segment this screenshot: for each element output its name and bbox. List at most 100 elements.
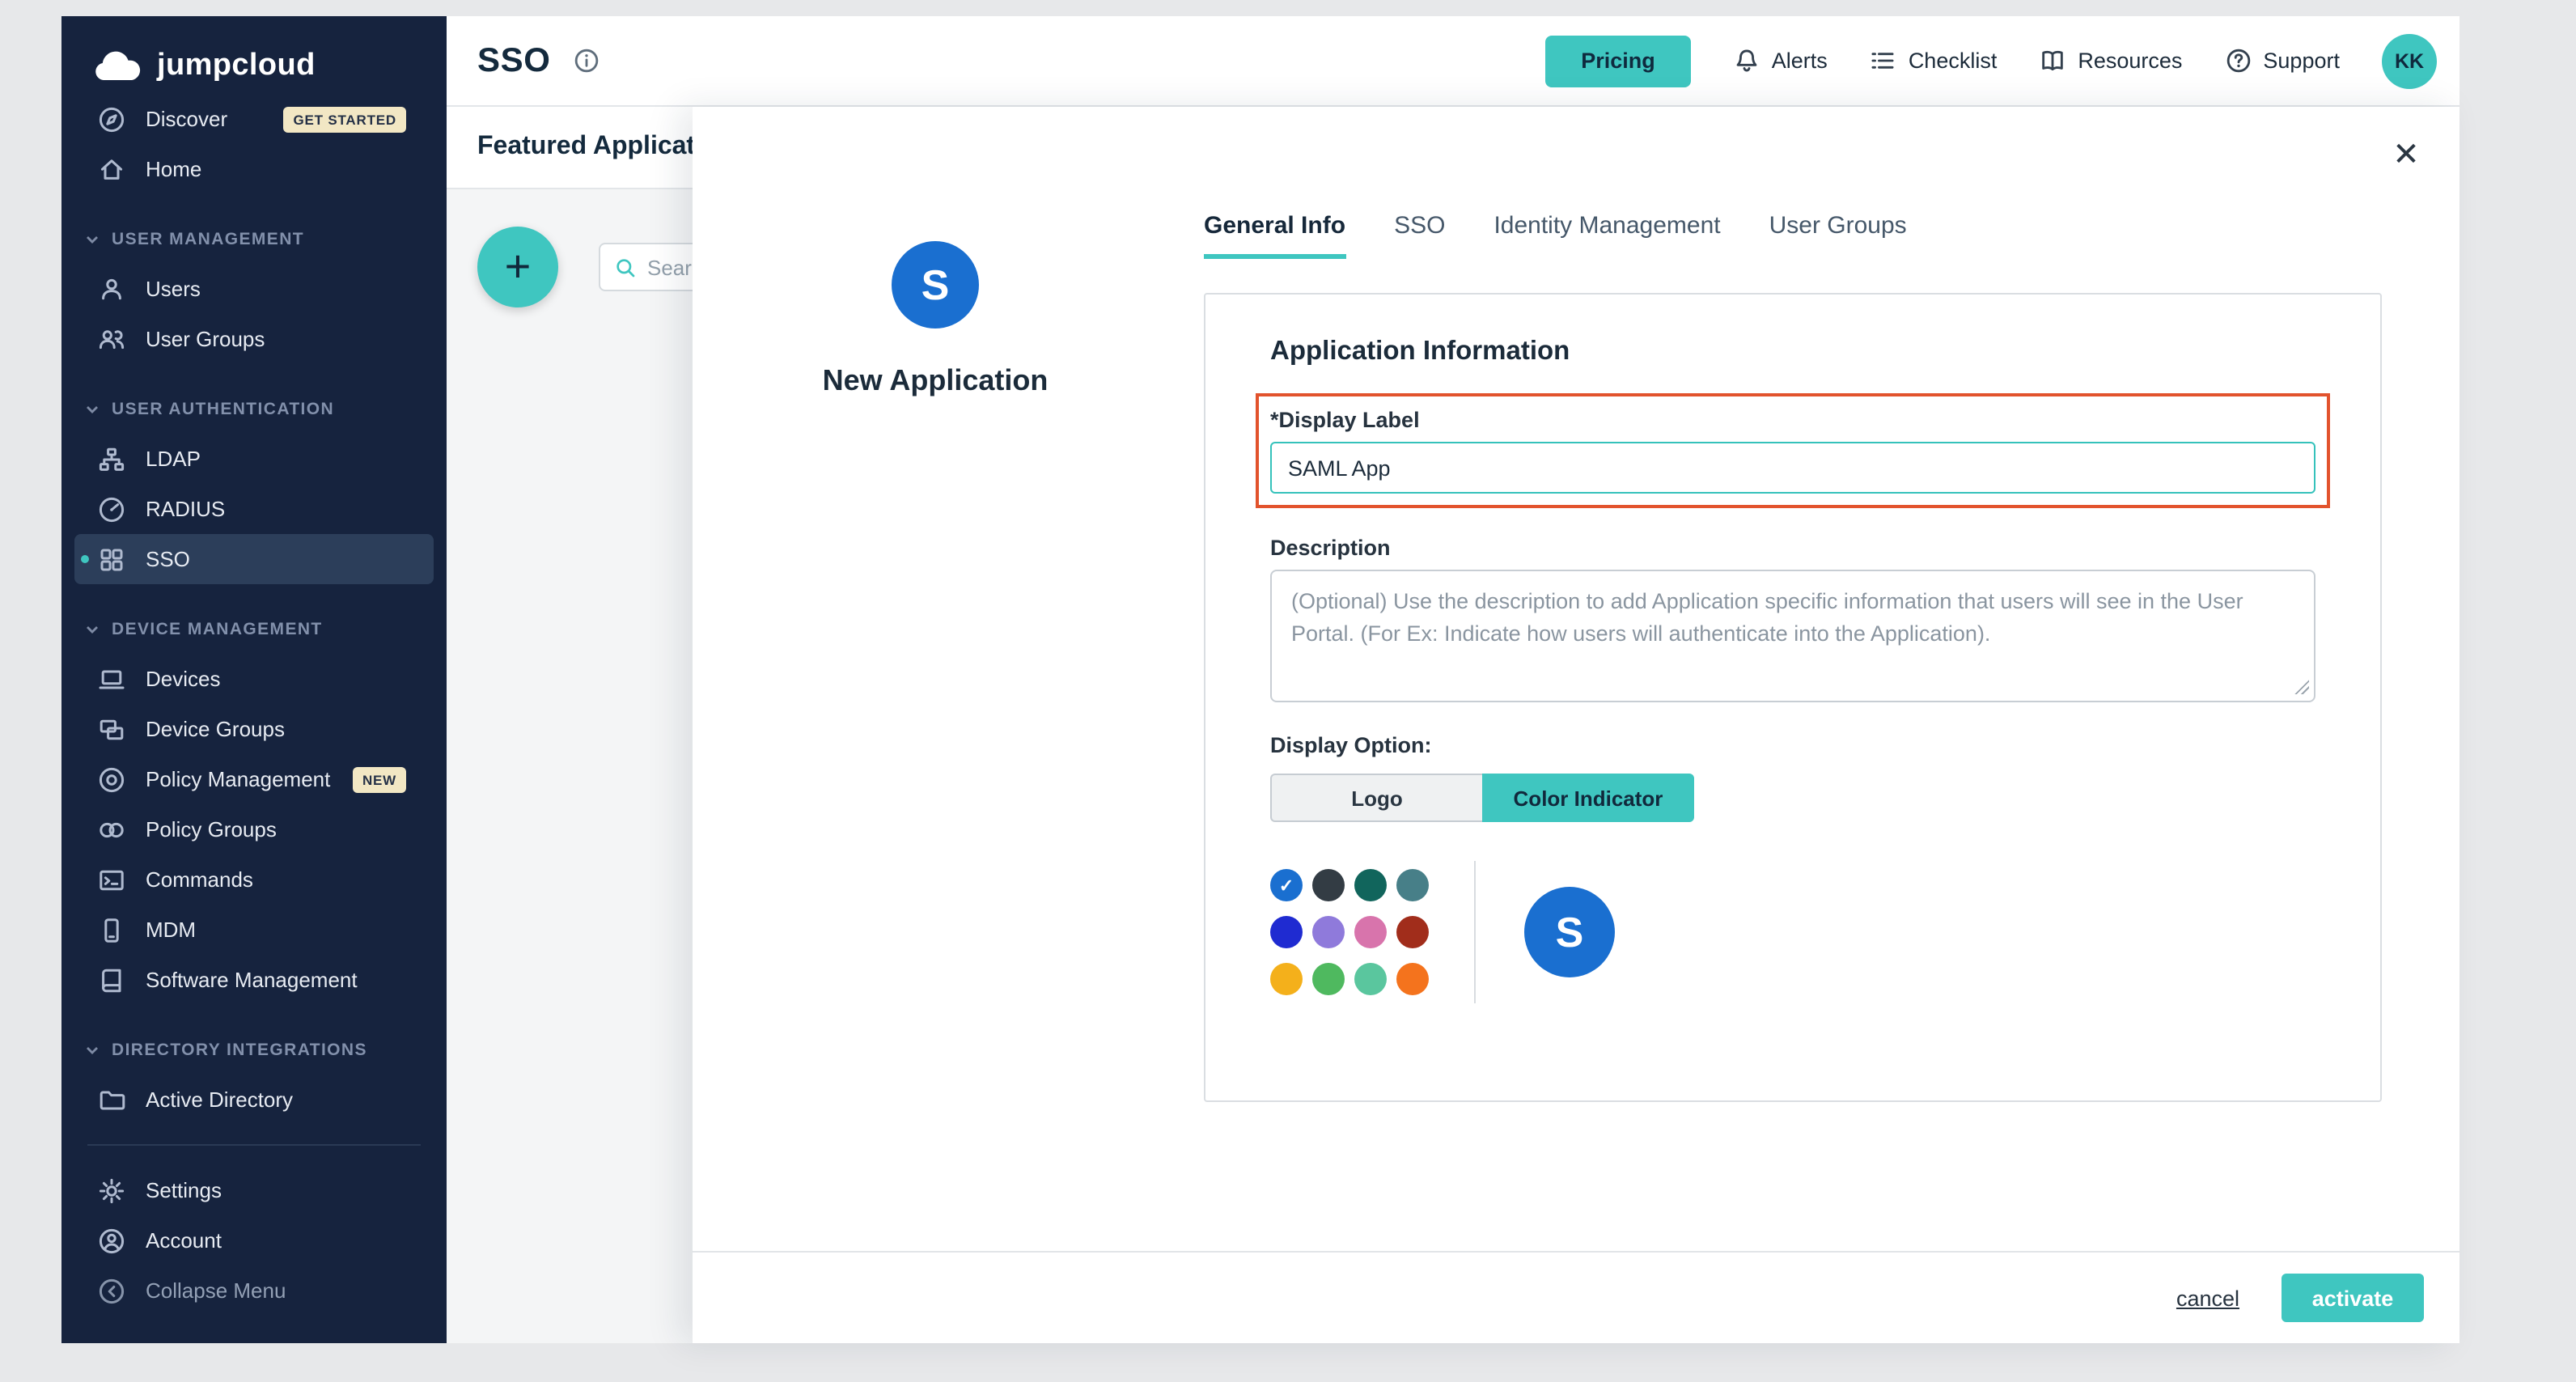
sidebar-item-user-groups[interactable]: User Groups [61, 314, 447, 364]
compass-icon [97, 104, 126, 134]
sidebar-item-active-directory[interactable]: Active Directory [61, 1075, 447, 1125]
terminal-icon [97, 865, 126, 894]
laptop-icon [97, 664, 126, 693]
color-swatch[interactable] [1312, 963, 1345, 995]
display-option-toggle: Logo Color Indicator [1270, 774, 2315, 822]
close-button[interactable]: ✕ [2385, 133, 2427, 175]
card-title: Application Information [1270, 337, 2315, 367]
add-application-button[interactable]: + [477, 227, 558, 307]
sidebar: jumpcloud Discover GET STARTED Home USER… [61, 16, 447, 1343]
logo-option-button[interactable]: Logo [1270, 774, 1482, 822]
color-swatch[interactable]: ✓ [1270, 869, 1303, 901]
sidebar-section-user-management[interactable]: USER MANAGEMENT [61, 214, 447, 264]
sidebar-item-label: LDAP [146, 447, 201, 471]
description-label: Description [1270, 536, 2315, 560]
sidebar-item-discover[interactable]: Discover GET STARTED [61, 94, 447, 144]
description-textarea[interactable] [1270, 570, 2315, 702]
new-application-panel: ✕ S New Application General Info SSO Ide… [693, 107, 2459, 1343]
modal-tabs: General Info SSO Identity Management Use… [1204, 212, 1907, 259]
section-label: DEVICE MANAGEMENT [112, 619, 323, 638]
modal-footer: cancel activate [693, 1251, 2459, 1343]
info-icon[interactable] [574, 47, 601, 74]
sidebar-item-sso[interactable]: SSO [74, 534, 434, 584]
sidebar-item-home[interactable]: Home [61, 144, 447, 194]
color-swatch[interactable] [1312, 916, 1345, 948]
tab-identity-management[interactable]: Identity Management [1493, 212, 1720, 259]
home-icon [97, 155, 126, 184]
color-swatch[interactable] [1354, 869, 1387, 901]
radius-icon [97, 494, 126, 524]
policy-groups-icon [97, 815, 126, 844]
sidebar-item-users[interactable]: Users [61, 264, 447, 314]
cancel-link[interactable]: cancel [2176, 1286, 2239, 1310]
color-swatch[interactable] [1354, 916, 1387, 948]
chevron-down-icon [84, 621, 100, 637]
sidebar-item-collapse-menu[interactable]: Collapse Menu [61, 1265, 447, 1316]
display-label-label: *Display Label [1270, 408, 2315, 432]
app-summary: S New Application [693, 241, 1178, 398]
resources-label: Resources [2078, 49, 2182, 73]
sidebar-item-account[interactable]: Account [61, 1215, 447, 1265]
sidebar-divider [87, 1144, 421, 1146]
chevron-down-icon [84, 1041, 100, 1058]
sidebar-section-device-management[interactable]: DEVICE MANAGEMENT [61, 604, 447, 654]
resources-button[interactable]: Resources [2039, 47, 2182, 74]
tab-general-info[interactable]: General Info [1204, 212, 1345, 259]
sidebar-item-radius[interactable]: RADIUS [61, 484, 447, 534]
preview-initial: S [1556, 907, 1584, 957]
app-avatar: S [892, 241, 979, 329]
color-swatch[interactable] [1270, 963, 1303, 995]
tab-sso[interactable]: SSO [1394, 212, 1445, 259]
checklist-button[interactable]: Checklist [1870, 47, 1998, 74]
bell-icon [1733, 47, 1760, 74]
sidebar-item-policy-management[interactable]: Policy Management NEW [61, 754, 447, 804]
sidebar-item-label: RADIUS [146, 497, 225, 521]
account-icon [97, 1226, 126, 1255]
folder-icon [97, 1085, 126, 1114]
new-badge: NEW [353, 766, 406, 792]
close-icon: ✕ [2392, 134, 2420, 174]
color-swatch[interactable] [1354, 963, 1387, 995]
user-icon [97, 274, 126, 303]
pricing-button[interactable]: Pricing [1545, 35, 1691, 87]
color-swatch[interactable] [1312, 869, 1345, 901]
app-grid-icon [97, 545, 126, 574]
alerts-button[interactable]: Alerts [1733, 47, 1828, 74]
sidebar-item-mdm[interactable]: MDM [61, 905, 447, 955]
plus-icon: + [505, 241, 532, 293]
sidebar-item-label: Commands [146, 867, 253, 892]
sidebar-section-directory-integrations[interactable]: DIRECTORY INTEGRATIONS [61, 1024, 447, 1075]
sidebar-item-devices[interactable]: Devices [61, 654, 447, 704]
color-swatch[interactable] [1270, 916, 1303, 948]
page-title: SSO [477, 41, 551, 80]
sidebar-item-label: Devices [146, 667, 221, 691]
sidebar-item-label: SSO [146, 547, 190, 571]
application-information-card: Application Information *Display Label D… [1204, 293, 2382, 1102]
color-swatches: ✓ [1270, 869, 1429, 995]
phone-icon [97, 915, 126, 944]
sidebar-section-user-authentication[interactable]: USER AUTHENTICATION [61, 384, 447, 434]
display-option-block: Display Option: Logo Color Indicator [1270, 733, 2315, 822]
resize-handle-icon[interactable] [2294, 680, 2309, 694]
color-swatch[interactable] [1396, 869, 1429, 901]
alerts-label: Alerts [1772, 49, 1828, 73]
display-label-input[interactable] [1270, 442, 2315, 494]
sidebar-item-policy-groups[interactable]: Policy Groups [61, 804, 447, 854]
sidebar-item-label: Home [146, 157, 201, 181]
sidebar-item-software-management[interactable]: Software Management [61, 955, 447, 1005]
tab-user-groups[interactable]: User Groups [1769, 212, 1907, 259]
sidebar-item-label: Policy Management [146, 767, 330, 791]
sidebar-item-device-groups[interactable]: Device Groups [61, 704, 447, 754]
activate-button[interactable]: activate [2282, 1274, 2424, 1322]
sidebar-item-commands[interactable]: Commands [61, 854, 447, 905]
support-button[interactable]: Support [2224, 47, 2340, 74]
sidebar-item-ldap[interactable]: LDAP [61, 434, 447, 484]
sidebar-item-label: Active Directory [146, 1087, 293, 1112]
jumpcloud-logo[interactable]: jumpcloud [61, 16, 447, 94]
chevron-down-icon [84, 231, 100, 247]
color-swatch[interactable] [1396, 963, 1429, 995]
color-indicator-option-button[interactable]: Color Indicator [1482, 774, 1694, 822]
user-avatar[interactable]: KK [2382, 33, 2437, 88]
color-swatch[interactable] [1396, 916, 1429, 948]
sidebar-item-settings[interactable]: Settings [61, 1165, 447, 1215]
